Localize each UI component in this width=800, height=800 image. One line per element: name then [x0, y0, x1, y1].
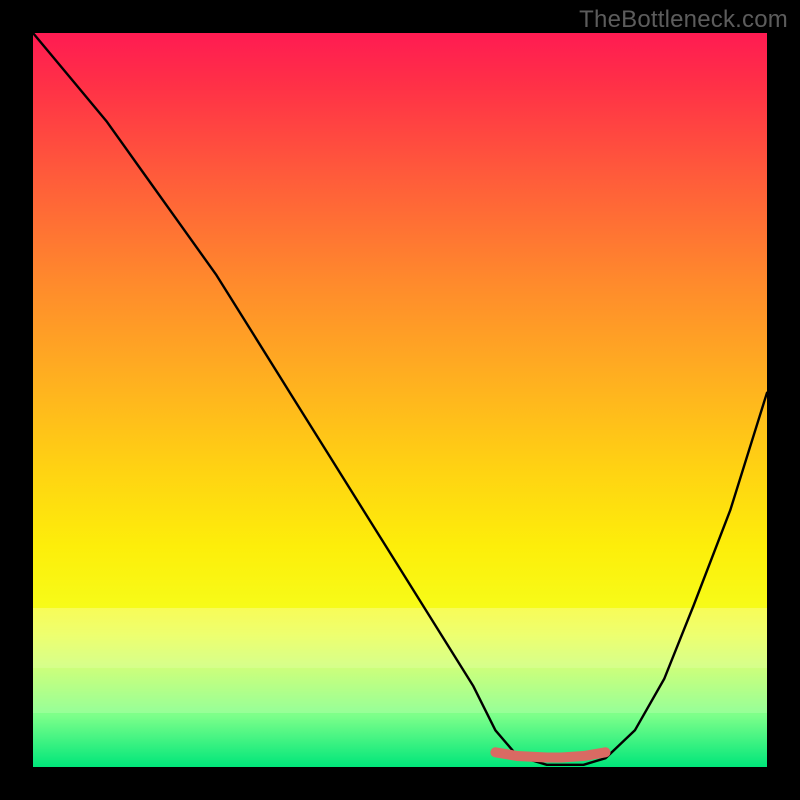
plot-area — [33, 33, 767, 767]
chart-svg — [33, 33, 767, 767]
chart-frame: TheBottleneck.com — [0, 0, 800, 800]
optimal-range-highlight — [495, 752, 605, 757]
watermark: TheBottleneck.com — [579, 6, 788, 34]
bottleneck-curve — [33, 33, 767, 765]
